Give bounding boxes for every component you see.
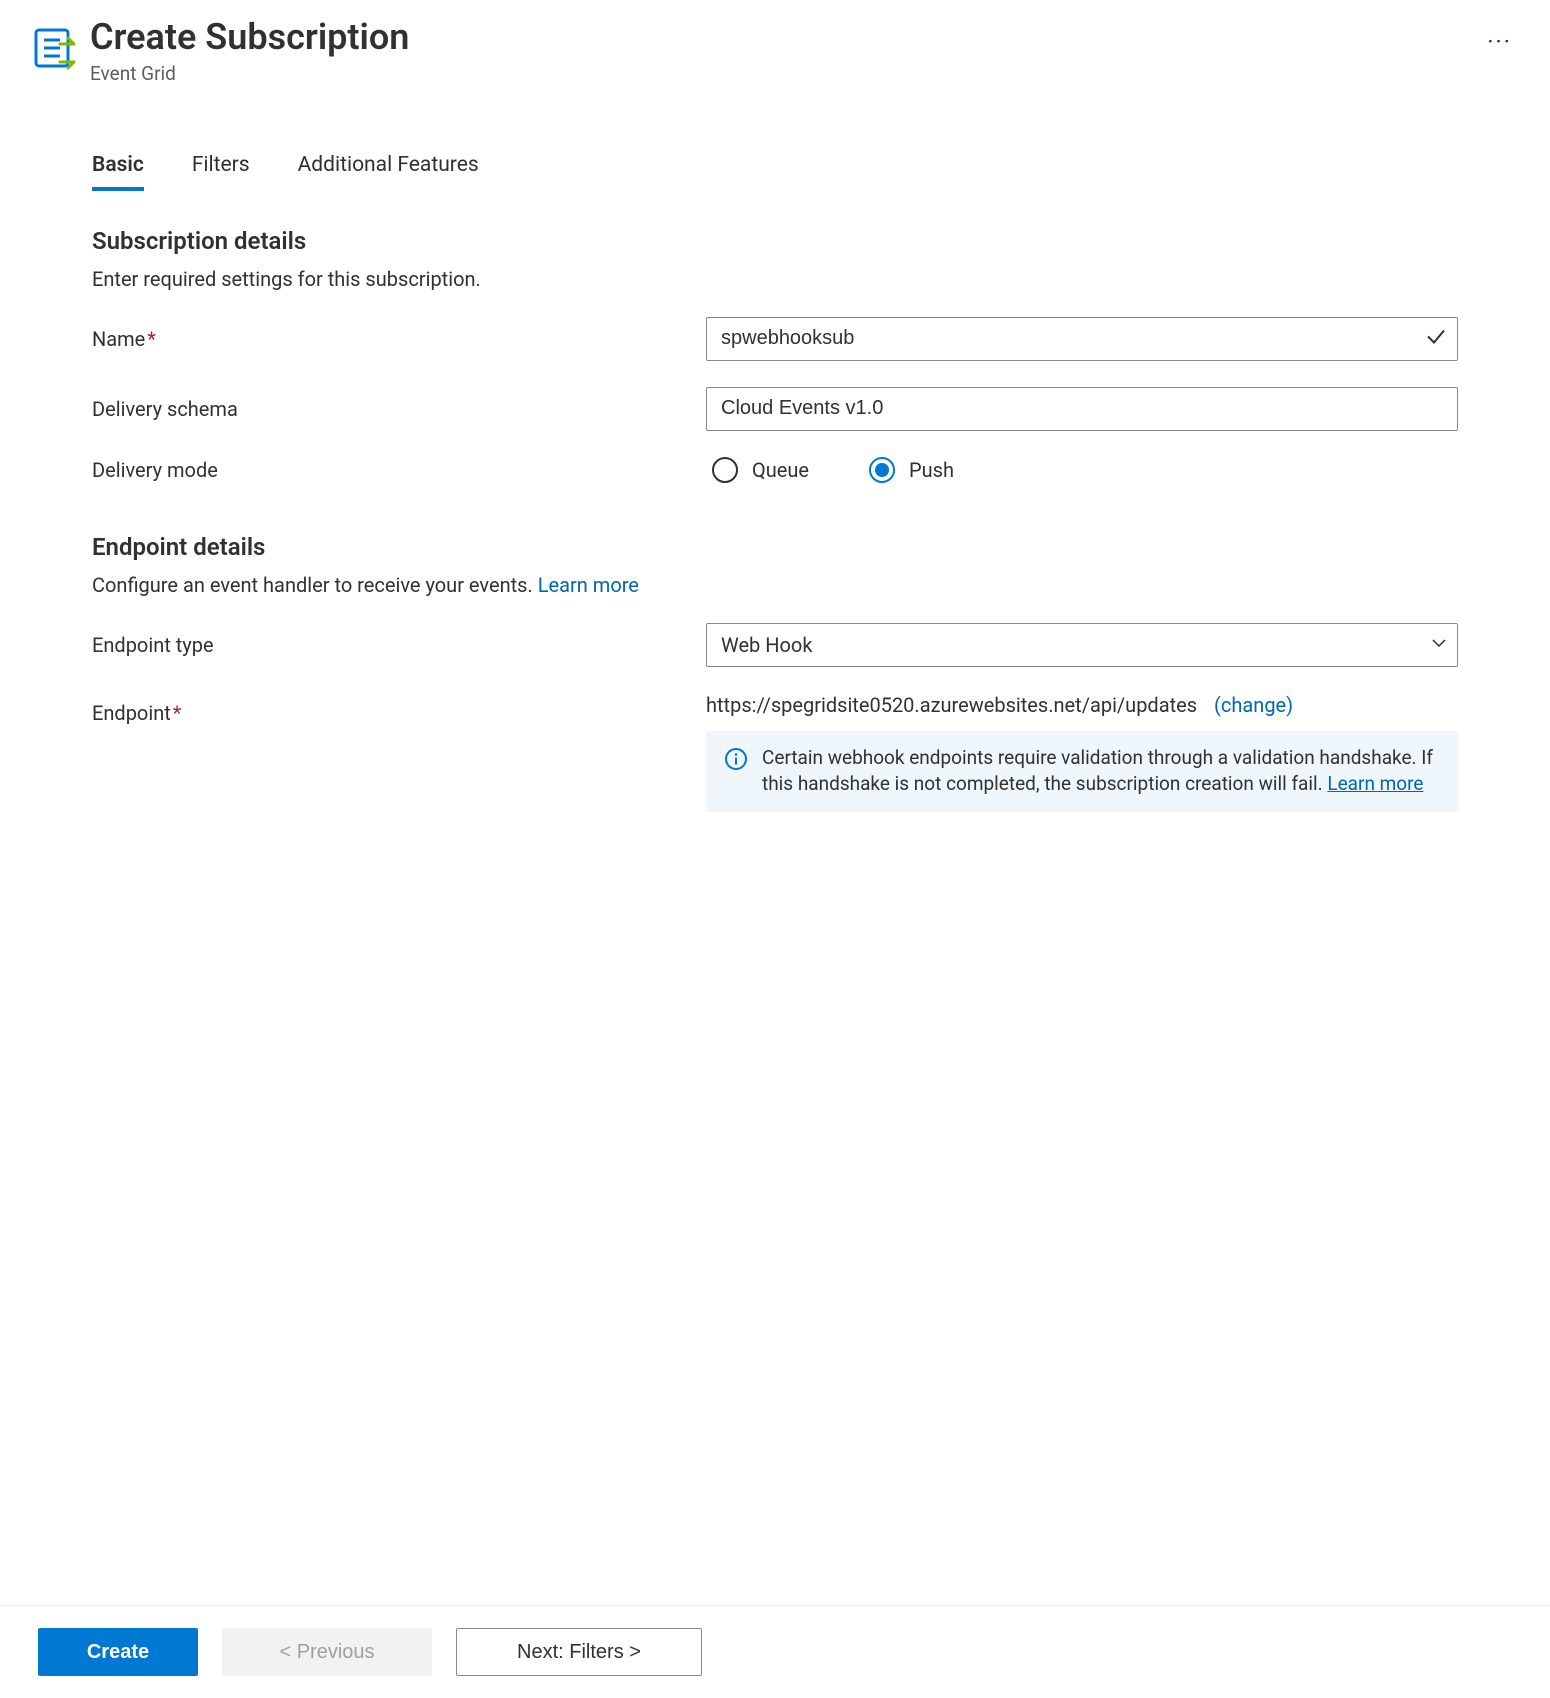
radio-checked-icon (869, 457, 895, 483)
endpoint-details-heading: Endpoint details (92, 533, 1458, 561)
delivery-schema-label: Delivery schema (92, 397, 706, 421)
wizard-footer: Create < Previous Next: Filters > (0, 1605, 1550, 1698)
page-title: Create Subscription (90, 18, 1461, 58)
delivery-mode-queue-radio[interactable]: Queue (712, 457, 809, 483)
more-actions-button[interactable]: ··· (1479, 28, 1520, 56)
radio-unchecked-icon (712, 457, 738, 483)
tab-additional-features[interactable]: Additional Features (298, 145, 479, 191)
endpoint-label: Endpoint* (92, 693, 706, 812)
endpoint-learn-more-link[interactable]: Learn more (538, 573, 639, 597)
tab-bar: Basic Filters Additional Features (0, 145, 1550, 191)
push-radio-label: Push (909, 458, 954, 482)
info-learn-more-link[interactable]: Learn more (1327, 772, 1423, 795)
subscription-icon (30, 24, 78, 72)
queue-radio-label: Queue (752, 458, 809, 482)
subscription-details-heading: Subscription details (92, 227, 1458, 255)
delivery-mode-label: Delivery mode (92, 458, 706, 482)
webhook-validation-info: Certain webhook endpoints require valida… (706, 731, 1458, 812)
page-subtitle: Event Grid (90, 62, 1461, 85)
name-label: Name* (92, 327, 706, 351)
endpoint-change-link[interactable]: change (1214, 693, 1293, 717)
next-filters-button[interactable]: Next: Filters > (456, 1628, 702, 1676)
endpoint-details-desc: Configure an event handler to receive yo… (92, 573, 1458, 597)
endpoint-url-text: https://spegridsite0520.azurewebsites.ne… (706, 693, 1197, 717)
tab-filters[interactable]: Filters (192, 145, 250, 191)
create-button[interactable]: Create (38, 1628, 198, 1676)
previous-button: < Previous (222, 1628, 432, 1676)
subscription-details-desc: Enter required settings for this subscri… (92, 267, 1458, 291)
delivery-schema-field[interactable] (706, 387, 1458, 431)
name-input[interactable] (706, 317, 1458, 361)
info-icon (724, 747, 748, 771)
endpoint-type-label: Endpoint type (92, 633, 706, 657)
delivery-mode-push-radio[interactable]: Push (869, 457, 954, 483)
endpoint-type-select[interactable]: Web Hook (706, 623, 1458, 667)
tab-basic[interactable]: Basic (92, 145, 144, 191)
